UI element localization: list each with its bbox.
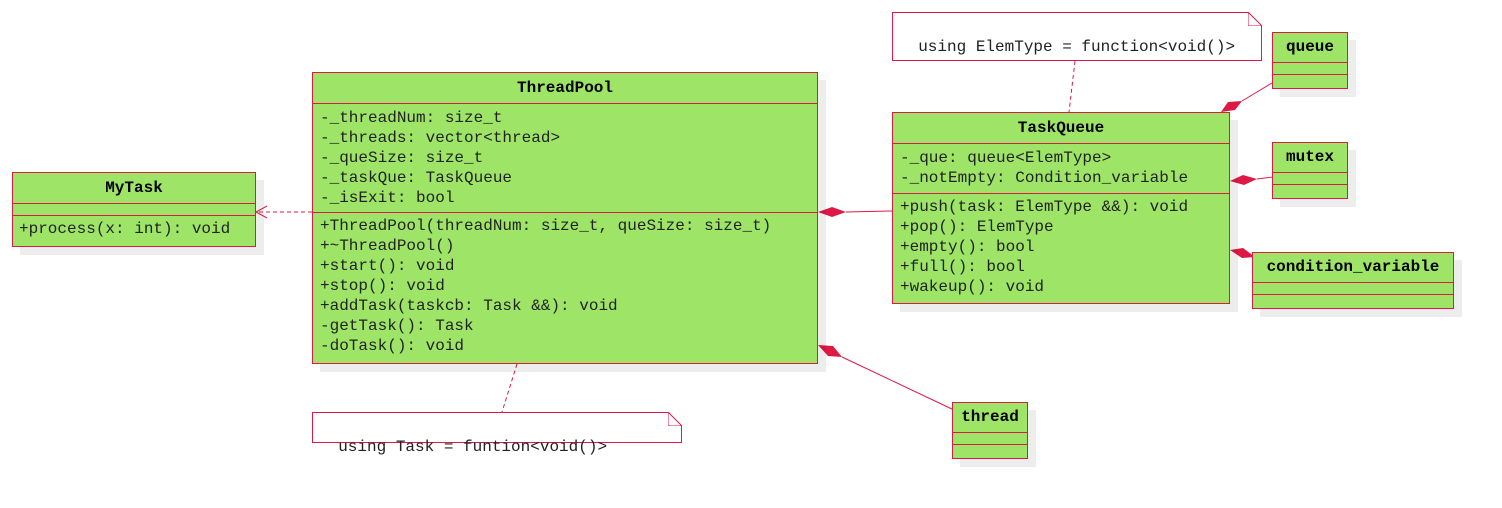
composition-diamond xyxy=(1221,101,1242,112)
class-mutex[interactable]: mutex xyxy=(1272,142,1348,199)
composition-diamond xyxy=(818,207,846,217)
method: -getTask(): Task xyxy=(320,317,474,335)
attributes-section xyxy=(1273,63,1347,75)
attribute: -_isExit: bool xyxy=(320,189,455,207)
class-name: TaskQueue xyxy=(893,113,1229,144)
class-name: condition_variable xyxy=(1253,253,1453,283)
composition-taskqueue-queue xyxy=(1241,82,1273,102)
attributes-section xyxy=(1253,283,1453,295)
attributes-section: -_que: queue<ElemType> -_notEmpty: Condi… xyxy=(893,144,1229,194)
method: +~ThreadPool() xyxy=(320,237,455,255)
attributes-section: -_threadNum: size_t -_threads: vector<th… xyxy=(313,104,817,213)
note-link-elemtype xyxy=(1068,60,1076,113)
methods-section xyxy=(1253,295,1453,307)
class-queue[interactable]: queue xyxy=(1272,32,1348,89)
note-fold-icon xyxy=(1248,12,1262,26)
note-fold-icon xyxy=(668,412,682,426)
note-text: using Task = funtion<void()> xyxy=(338,438,608,456)
attribute: -_threads: vector<thread> xyxy=(320,129,561,147)
methods-section: +ThreadPool(threadNum: size_t, queSize: … xyxy=(313,213,817,359)
attribute: -_que: queue<ElemType> xyxy=(900,149,1112,167)
composition-diamond xyxy=(1230,175,1257,185)
class-mytask[interactable]: MyTask +process(x: int): void xyxy=(12,172,256,247)
attribute: -_queSize: size_t xyxy=(320,149,484,167)
class-name: ThreadPool xyxy=(313,73,817,104)
composition-threadpool-taskqueue xyxy=(845,210,893,213)
attribute: -_threadNum: size_t xyxy=(320,109,503,127)
composition-threadpool-thread xyxy=(841,356,955,411)
note-elemtype[interactable]: using ElemType = function<void()> xyxy=(892,12,1262,61)
method: -doTask(): void xyxy=(320,337,465,355)
attributes-section xyxy=(13,204,255,216)
attribute: -_taskQue: TaskQueue xyxy=(320,169,513,187)
class-threadpool[interactable]: ThreadPool -_threadNum: size_t -_threads… xyxy=(312,72,818,364)
class-condition-variable[interactable]: condition_variable xyxy=(1252,252,1454,309)
methods-section xyxy=(1273,185,1347,197)
method: +process(x: int): void xyxy=(19,220,231,238)
composition-diamond xyxy=(818,345,842,357)
methods-section xyxy=(1273,75,1347,87)
attributes-section xyxy=(953,433,1027,445)
method: +stop(): void xyxy=(320,277,445,295)
class-thread[interactable]: thread xyxy=(952,402,1028,459)
note-text: using ElemType = function<void()> xyxy=(918,38,1236,56)
attribute: -_notEmpty: Condition_variable xyxy=(900,169,1189,187)
class-name: thread xyxy=(953,403,1027,433)
method: +start(): void xyxy=(320,257,455,275)
method: +ThreadPool(threadNum: size_t, queSize: … xyxy=(320,217,772,235)
composition-taskqueue-mutex xyxy=(1256,176,1274,180)
attributes-section xyxy=(1273,173,1347,185)
method: +empty(): bool xyxy=(900,238,1035,256)
method: +push(task: ElemType &&): void xyxy=(900,198,1189,216)
method: +wakeup(): void xyxy=(900,278,1045,296)
class-name: MyTask xyxy=(13,173,255,204)
methods-section: +process(x: int): void xyxy=(13,216,255,242)
method: +pop(): ElemType xyxy=(900,218,1054,236)
class-name: mutex xyxy=(1273,143,1347,173)
note-link-task xyxy=(501,363,518,413)
note-task[interactable]: using Task = funtion<void()> xyxy=(312,412,682,456)
method: +full(): bool xyxy=(900,258,1025,276)
class-taskqueue[interactable]: TaskQueue -_que: queue<ElemType> -_notEm… xyxy=(892,112,1230,304)
methods-section xyxy=(953,445,1027,457)
methods-section: +push(task: ElemType &&): void +pop(): E… xyxy=(893,194,1229,300)
class-name: queue xyxy=(1273,33,1347,63)
method: +addTask(taskcb: Task &&): void xyxy=(320,297,618,315)
